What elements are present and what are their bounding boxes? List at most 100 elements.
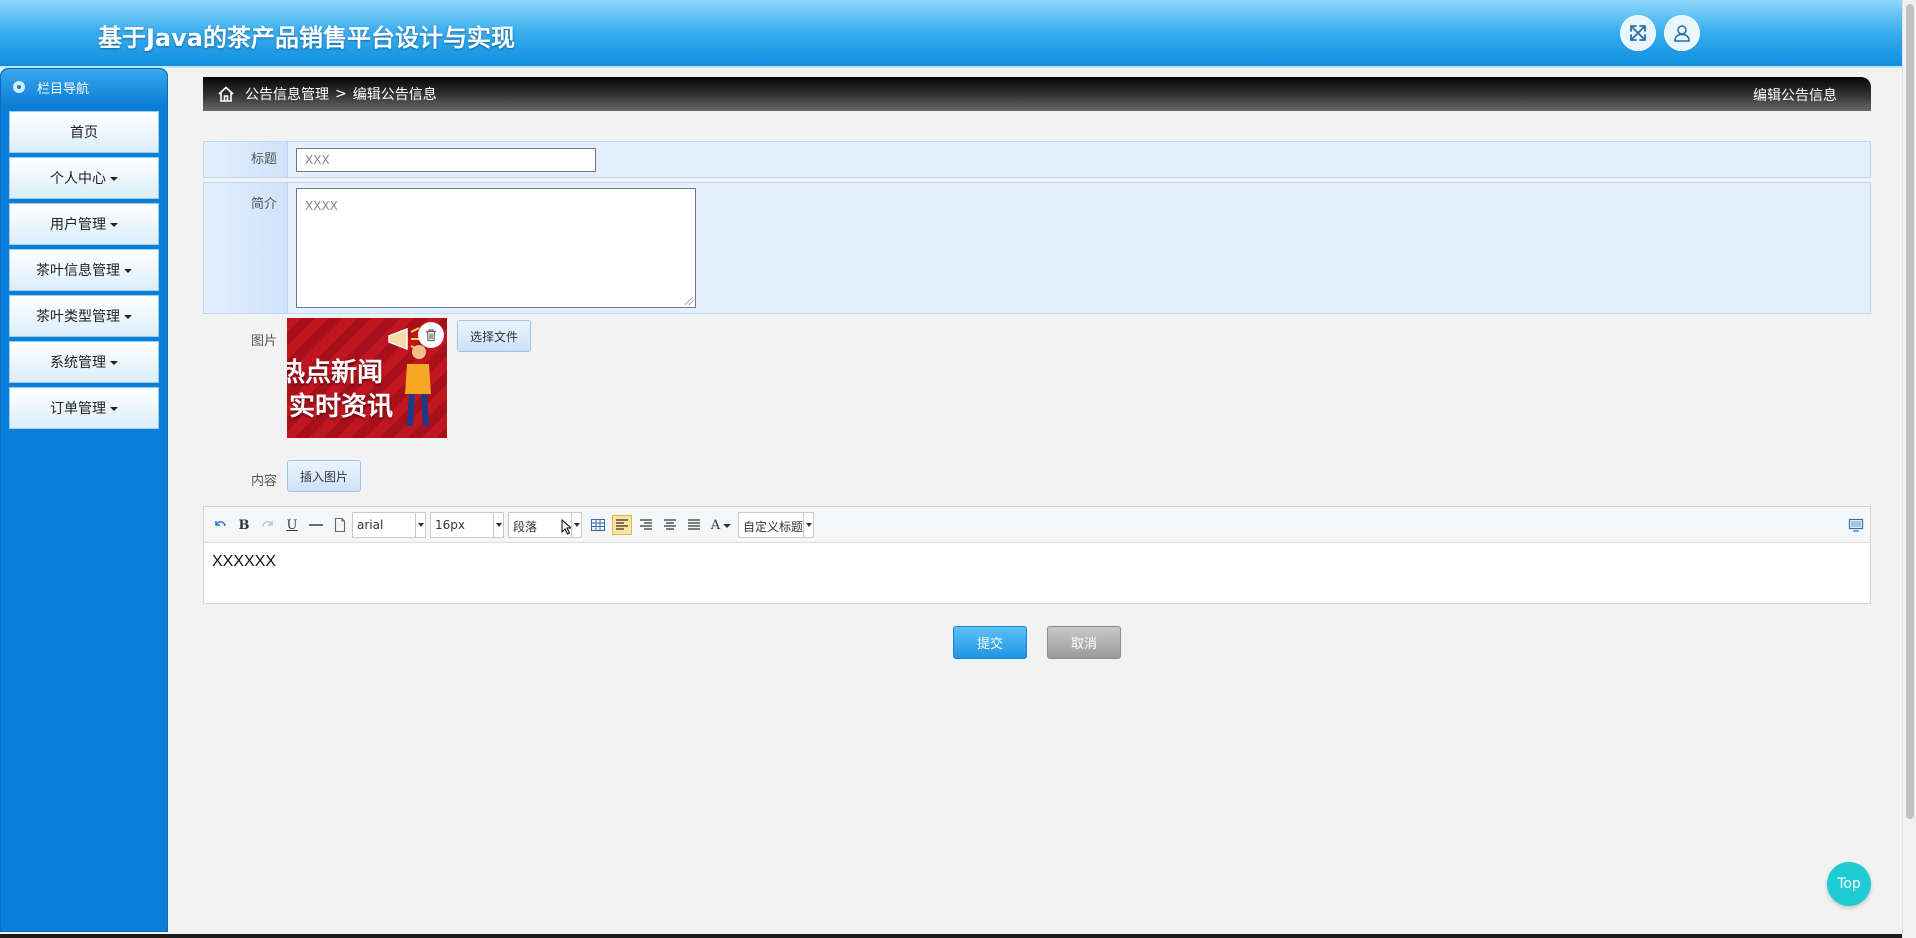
custom-title-select[interactable]: 自定义标题 <box>738 512 814 538</box>
redo-button[interactable] <box>258 515 278 535</box>
image-label: 图片 <box>250 334 277 349</box>
sidebar-item-tea-type-management[interactable]: 茶叶类型管理 <box>9 295 159 337</box>
caret-down-icon <box>110 407 118 411</box>
custom-title-value: 自定义标题 <box>743 520 804 534</box>
align-center-button[interactable] <box>660 515 680 535</box>
sidebar-menu: 首页 个人中心 用户管理 茶叶信息管理 茶叶类型管理 系统管理 订单管理 <box>1 111 167 429</box>
chevron-down-icon <box>571 513 581 537</box>
breadcrumb-parent[interactable]: 公告信息管理 <box>245 84 329 104</box>
delete-image-button[interactable] <box>418 322 444 348</box>
sidebar-header: 栏目导航 <box>1 69 167 105</box>
font-family-select[interactable]: arial <box>352 512 426 538</box>
title-label: 标题 <box>204 142 288 177</box>
submit-button[interactable]: 提交 <box>953 626 1027 659</box>
font-color-button[interactable]: A <box>708 515 734 535</box>
table-icon <box>591 519 605 531</box>
align-right-button[interactable] <box>636 515 656 535</box>
sidebar-item-label: 个人中心 <box>50 171 106 187</box>
sidebar-item-tea-info-management[interactable]: 茶叶信息管理 <box>9 249 159 291</box>
sidebar-item-personal-center[interactable]: 个人中心 <box>9 157 159 199</box>
breadcrumb-trail: 公告信息管理 > 编辑公告信息 <box>217 84 437 104</box>
resize-grip-icon[interactable] <box>685 297 693 305</box>
align-left-button[interactable] <box>612 515 632 535</box>
underline-button[interactable]: U <box>282 515 302 535</box>
font-size-select[interactable]: 16px <box>430 512 504 538</box>
chevron-down-icon <box>803 513 813 537</box>
paragraph-value: 段落 <box>513 520 538 534</box>
redo-icon <box>262 521 273 527</box>
align-justify-icon <box>688 519 700 530</box>
align-justify-button[interactable] <box>684 515 704 535</box>
align-center-icon <box>664 519 676 530</box>
back-to-top-button[interactable]: Top <box>1827 862 1871 906</box>
insert-image-button[interactable]: 插入图片 <box>287 460 361 492</box>
title-row: 标题 XXX <box>203 141 1871 178</box>
breadcrumb-separator: > <box>335 86 347 102</box>
trash-icon <box>426 329 436 342</box>
rich-text-editor: B U arial 16px 段落 A 自定义标题 XXXXXX <box>203 506 1871 604</box>
sidebar-item-system-management[interactable]: 系统管理 <box>9 341 159 383</box>
preview-caption-line2: 实时资讯 <box>289 392 394 422</box>
sidebar-item-label: 订单管理 <box>50 401 106 417</box>
intro-text: XXXX <box>305 199 338 213</box>
editor-toolbar: B U arial 16px 段落 A 自定义标题 <box>204 507 1870 543</box>
font-color-glyph: A <box>710 517 721 533</box>
title-input[interactable]: XXX <box>296 148 596 172</box>
sidebar: 栏目导航 首页 个人中心 用户管理 茶叶信息管理 茶叶类型管理 系统管理 订单管… <box>0 68 168 932</box>
sidebar-item-home[interactable]: 首页 <box>9 111 159 153</box>
chevron-down-icon <box>493 513 503 537</box>
person-illustration-icon <box>405 345 431 426</box>
home-icon[interactable] <box>217 85 235 103</box>
intro-label: 简介 <box>204 183 288 313</box>
sidebar-item-label: 首页 <box>70 125 98 141</box>
expand-icon <box>1630 25 1646 41</box>
cancel-button[interactable]: 取消 <box>1047 626 1121 659</box>
font-family-value: arial <box>357 518 384 532</box>
bottom-border <box>0 934 1902 938</box>
sidebar-item-label: 茶叶信息管理 <box>36 263 120 279</box>
sidebar-item-user-management[interactable]: 用户管理 <box>9 203 159 245</box>
table-button[interactable] <box>588 515 608 535</box>
caret-down-icon <box>110 223 118 227</box>
caret-down-icon <box>723 524 732 528</box>
sidebar-title: 栏目导航 <box>37 81 90 97</box>
app-header: 基于Java的茶产品销售平台设计与实现 <box>0 0 1902 68</box>
choose-file-button[interactable]: 选择文件 <box>457 320 531 352</box>
user-button[interactable] <box>1664 15 1700 51</box>
breadcrumb: 公告信息管理 > 编辑公告信息 编辑公告信息 <box>203 77 1871 111</box>
caret-down-icon <box>124 315 132 319</box>
nav-circle-icon <box>13 81 25 93</box>
align-left-icon <box>616 519 628 530</box>
clear-format-button[interactable] <box>330 515 350 535</box>
horizontal-line-icon <box>309 524 323 526</box>
scrollbar-thumb[interactable] <box>1906 4 1914 819</box>
paragraph-select[interactable]: 段落 <box>508 512 582 538</box>
caret-down-icon <box>110 177 118 181</box>
app-title: 基于Java的茶产品销售平台设计与实现 <box>98 24 515 52</box>
page-scrollbar[interactable] <box>1902 0 1916 938</box>
font-size-value: 16px <box>435 518 465 532</box>
undo-button[interactable] <box>210 515 230 535</box>
preview-caption: 热点新闻 实时资讯 <box>287 356 393 424</box>
document-icon <box>334 517 346 533</box>
monitor-icon <box>1848 518 1864 532</box>
breadcrumb-current: 编辑公告信息 <box>352 87 437 103</box>
preview-caption-line1: 热点新闻 <box>287 358 384 388</box>
horizontal-rule-button[interactable] <box>306 515 326 535</box>
bold-button[interactable]: B <box>234 515 254 535</box>
sidebar-item-order-management[interactable]: 订单管理 <box>9 387 159 429</box>
undo-icon <box>215 521 226 527</box>
user-icon <box>1674 25 1690 42</box>
sidebar-item-label: 用户管理 <box>50 217 106 233</box>
content-label: 内容 <box>250 474 277 489</box>
sidebar-item-label: 茶叶类型管理 <box>36 309 120 325</box>
sidebar-item-label: 系统管理 <box>50 355 106 371</box>
fullscreen-button[interactable] <box>1620 15 1656 51</box>
source-view-button[interactable] <box>1846 515 1866 535</box>
intro-row: 简介 XXXX <box>203 182 1871 314</box>
align-right-icon <box>640 519 652 530</box>
editor-content[interactable]: XXXXXX <box>204 543 1870 581</box>
intro-textarea[interactable]: XXXX <box>296 188 696 308</box>
page-title: 编辑公告信息 <box>1753 88 1837 104</box>
caret-down-icon <box>124 269 132 273</box>
